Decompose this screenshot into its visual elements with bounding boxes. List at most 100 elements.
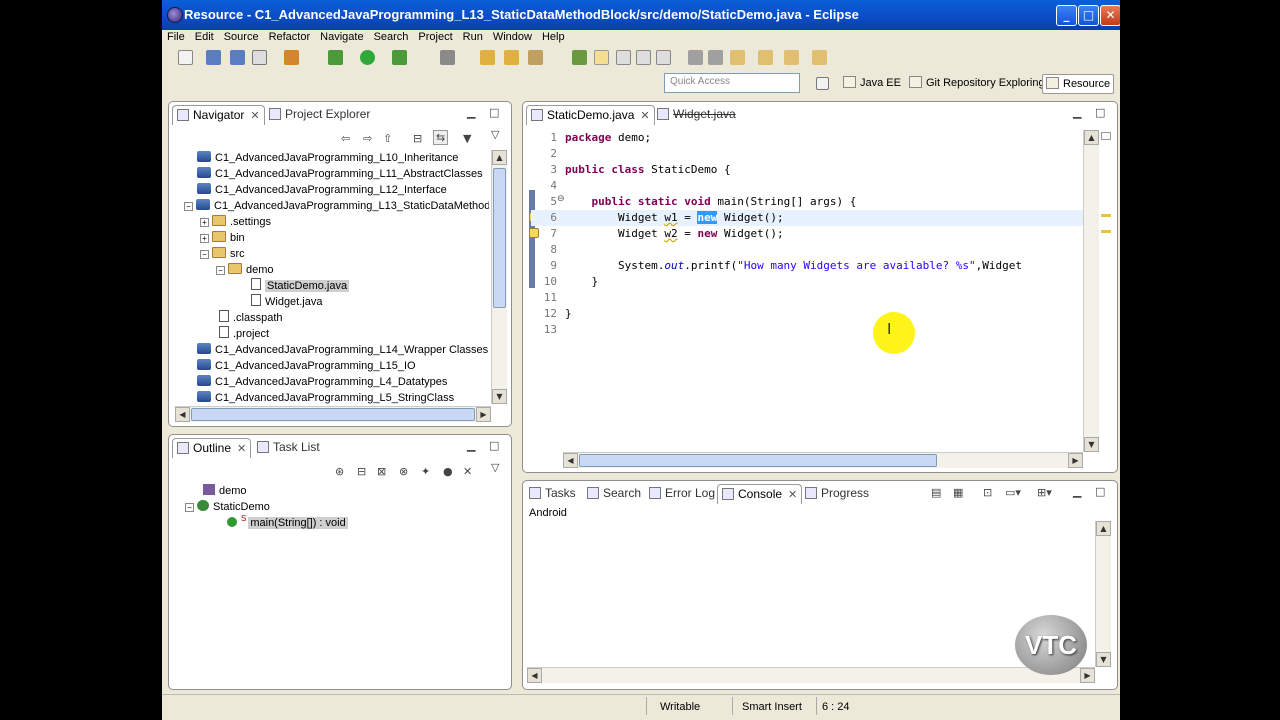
tab-outline[interactable]: Outline ✕ xyxy=(172,438,252,458)
scroll-thumb[interactable] xyxy=(493,168,506,308)
perspective-java-ee[interactable]: Java EE xyxy=(840,74,904,94)
pin-icon[interactable] xyxy=(812,50,827,65)
maximize-icon[interactable]: □ xyxy=(489,439,499,452)
hide-local-types-icon[interactable]: ✦ xyxy=(421,465,430,478)
navigator-vscroll[interactable]: ▲ ▼ xyxy=(491,150,507,404)
tree-item-l10[interactable]: C1_AdvancedJavaProgramming_L10_Inheritan… xyxy=(197,150,458,166)
minimize-icon[interactable]: ▁ xyxy=(467,439,475,452)
open-folder-icon[interactable] xyxy=(480,50,495,65)
close-icon[interactable]: ✕ xyxy=(237,443,246,455)
back-arrow-icon[interactable]: ⇦ xyxy=(341,132,350,145)
scroll-right-icon[interactable]: ▶ xyxy=(476,407,491,422)
tree-item-bin[interactable]: + bin xyxy=(200,230,245,246)
open-type-icon[interactable] xyxy=(504,50,519,65)
last-edit-icon[interactable] xyxy=(730,50,745,65)
scroll-thumb[interactable] xyxy=(191,408,475,421)
close-icon[interactable]: ✕ xyxy=(788,489,797,501)
tree-item-staticdemo[interactable]: StaticDemo.java xyxy=(251,278,350,294)
tree-item-l14[interactable]: C1_AdvancedJavaProgramming_L14_Wrapper C… xyxy=(197,342,488,358)
menu-navigate[interactable]: Navigate xyxy=(315,29,368,45)
minimize-icon[interactable]: ▁ xyxy=(467,106,475,119)
view-menu-icon[interactable]: ▽ xyxy=(491,128,499,141)
tree-item-l5[interactable]: C1_AdvancedJavaProgramming_L5_StringClas… xyxy=(197,390,454,404)
collapse-all-icon[interactable]: ⊟ xyxy=(413,132,422,145)
toggle-mark-icon[interactable] xyxy=(572,50,587,65)
pin-console-icon[interactable]: ⊡ xyxy=(983,486,992,499)
tree-item-l12[interactable]: C1_AdvancedJavaProgramming_L12_Interface xyxy=(197,182,447,198)
scroll-left-icon[interactable]: ◀ xyxy=(175,407,190,422)
scroll-left-icon[interactable]: ◀ xyxy=(563,453,578,468)
prev-annotation-icon[interactable] xyxy=(708,50,723,65)
console-vscroll[interactable]: ▲ ▼ xyxy=(1095,521,1111,667)
up-folder-icon[interactable]: ⇧ xyxy=(383,132,392,145)
quick-access-input[interactable]: Quick Access xyxy=(664,73,800,93)
menu-source[interactable]: Source xyxy=(219,29,264,45)
tab-console[interactable]: Console ✕ xyxy=(717,484,803,504)
scroll-right-icon[interactable]: ▶ xyxy=(1068,453,1083,468)
close-icon[interactable]: ✕ xyxy=(640,110,649,122)
back-icon[interactable] xyxy=(758,50,773,65)
menu-help[interactable]: Help xyxy=(537,29,570,45)
minimize-icon[interactable]: ▁ xyxy=(1073,106,1081,119)
outline-package[interactable]: demo xyxy=(203,483,247,499)
save-all-icon[interactable] xyxy=(230,50,245,65)
filter-icon[interactable]: ▼ xyxy=(463,132,471,145)
save-icon[interactable] xyxy=(206,50,221,65)
tree-item-widget[interactable]: Widget.java xyxy=(251,294,322,310)
expand-toggle[interactable]: + xyxy=(200,218,209,227)
view-menu-icon[interactable]: ▽ xyxy=(491,461,499,474)
hide-static-icon[interactable]: ⊠ xyxy=(377,465,386,478)
tree-item-l4[interactable]: C1_AdvancedJavaProgramming_L4_Datatypes xyxy=(197,374,447,390)
open-console-icon[interactable]: ⊞▾ xyxy=(1037,486,1052,499)
external-tools-icon[interactable] xyxy=(392,50,407,65)
debug-icon[interactable] xyxy=(284,50,299,65)
perspective-git[interactable]: Git Repository Exploring xyxy=(906,74,1048,94)
scroll-down-icon[interactable]: ▼ xyxy=(1084,437,1099,452)
tree-item-src[interactable]: − src xyxy=(200,246,245,262)
link-icon[interactable]: ✕ xyxy=(463,465,472,478)
minimize-icon[interactable]: ▁ xyxy=(1073,485,1081,498)
print-icon[interactable] xyxy=(252,50,267,65)
maximize-icon[interactable]: □ xyxy=(1095,106,1105,119)
menu-edit[interactable]: Edit xyxy=(190,29,219,45)
minimize-button[interactable]: _ xyxy=(1056,5,1077,26)
forward-icon[interactable] xyxy=(784,50,799,65)
menu-search[interactable]: Search xyxy=(369,29,414,45)
console-hscroll[interactable]: ◀ ▶ xyxy=(527,667,1095,683)
search-tool-icon[interactable] xyxy=(528,50,543,65)
tree-item-l15[interactable]: C1_AdvancedJavaProgramming_L15_IO xyxy=(197,358,416,374)
scroll-left-icon[interactable]: ◀ xyxy=(527,668,542,683)
focus-icon[interactable]: ● xyxy=(443,465,453,478)
annotation-icon[interactable] xyxy=(594,50,609,65)
clear-console-icon[interactable]: ▤ xyxy=(931,486,941,499)
tab-staticdemo-java[interactable]: StaticDemo.java ✕ xyxy=(526,105,655,125)
sort-icon[interactable]: ⊟ xyxy=(357,465,366,478)
maximize-icon[interactable]: □ xyxy=(1095,485,1105,498)
menu-file[interactable]: File xyxy=(162,29,190,45)
block-selection-icon[interactable] xyxy=(616,50,631,65)
editor-hscroll[interactable]: ◀ ▶ xyxy=(563,452,1083,468)
close-icon[interactable]: ✕ xyxy=(250,110,259,122)
scroll-lock-icon[interactable]: ▦ xyxy=(953,486,963,499)
warning-marker[interactable] xyxy=(1101,230,1111,233)
maximize-icon[interactable]: □ xyxy=(489,106,499,119)
menu-refactor[interactable]: Refactor xyxy=(264,29,316,45)
editor-vscroll[interactable]: ▲ ▼ xyxy=(1083,130,1099,452)
collapse-toggle[interactable]: − xyxy=(216,266,225,275)
collapse-toggle[interactable]: − xyxy=(184,202,193,211)
scroll-down-icon[interactable]: ▼ xyxy=(492,389,507,404)
scroll-up-icon[interactable]: ▲ xyxy=(492,150,507,165)
menu-window[interactable]: Window xyxy=(488,29,537,45)
tab-error-log[interactable]: Error Log xyxy=(649,484,715,504)
tab-progress[interactable]: Progress xyxy=(805,484,869,504)
display-console-icon[interactable]: ▭▾ xyxy=(1005,486,1021,499)
navigator-hscroll[interactable]: ◀ ▶ xyxy=(175,406,491,422)
perspective-resource[interactable]: Resource xyxy=(1042,74,1115,94)
outline-method[interactable]: Smain(String[]) : void xyxy=(227,514,348,531)
close-button[interactable]: ✕ xyxy=(1100,5,1120,26)
open-perspective-icon[interactable] xyxy=(816,77,829,90)
collapse-toggle[interactable]: − xyxy=(185,503,194,512)
tab-task-list[interactable]: Task List xyxy=(257,438,320,458)
tree-item-settings[interactable]: + .settings xyxy=(200,214,271,230)
tree-item-classpath[interactable]: .classpath xyxy=(219,310,283,326)
